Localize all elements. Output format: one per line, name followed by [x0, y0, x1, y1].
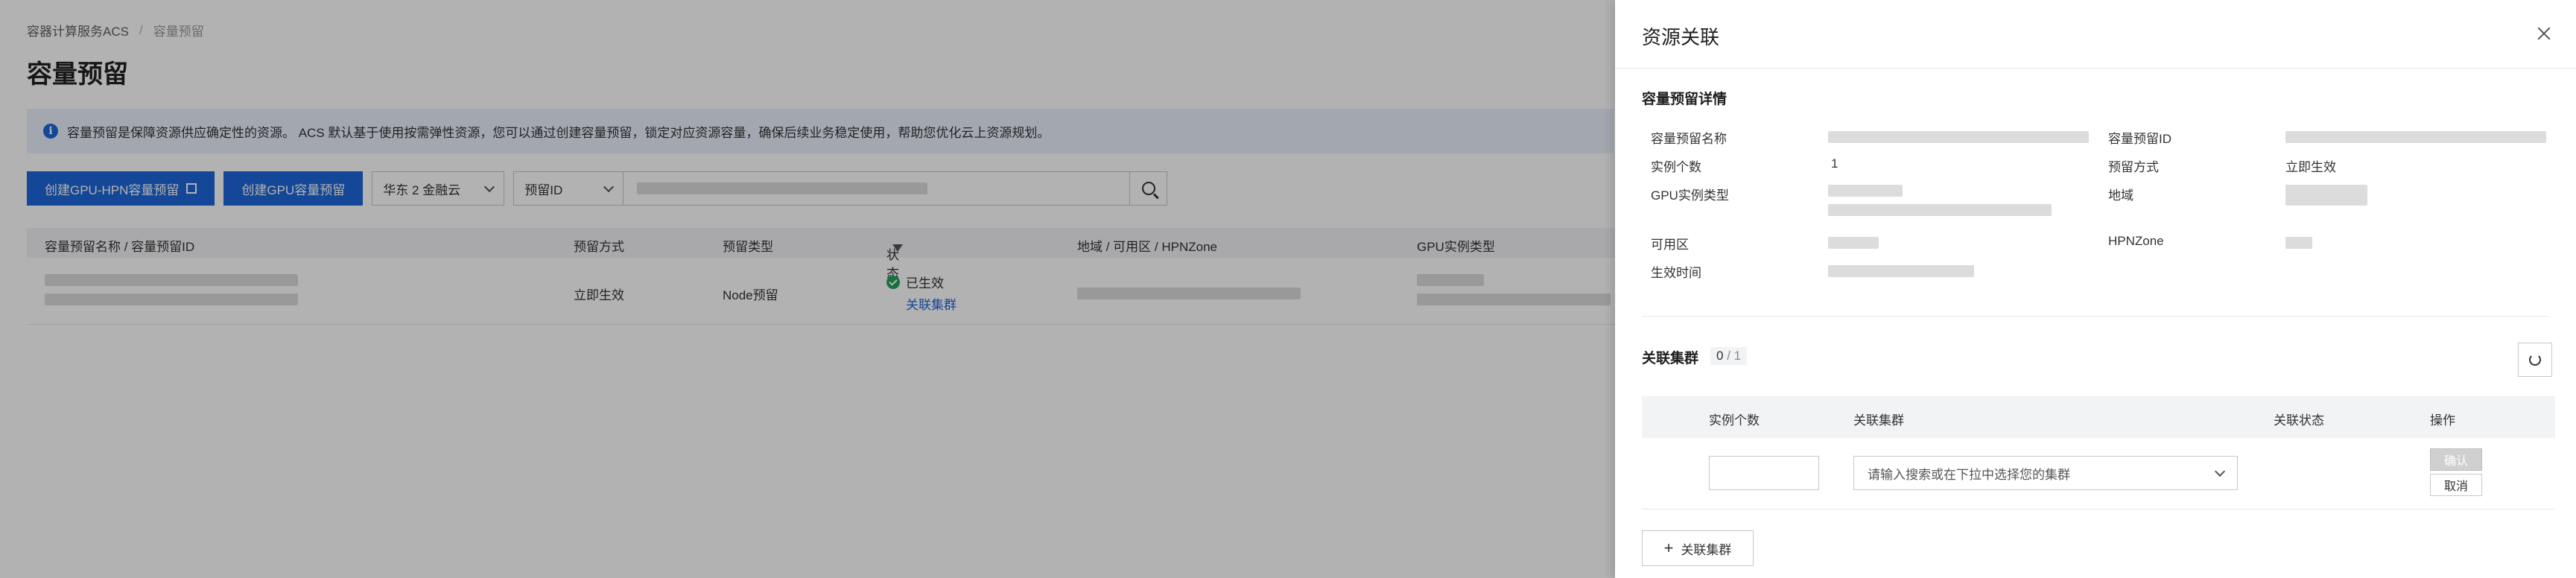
cluster-table-header: 实例个数 关联集群 关联状态 操作 [1642, 396, 2555, 438]
gpu-instance-type-label: GPU实例类型 [1651, 188, 1729, 203]
effective-time-label: 生效时间 [1651, 266, 1701, 280]
effective-time-value [1828, 265, 1974, 277]
resource-association-drawer: 资源关联 容量预留详情 容量预留名称 容量预留ID 实例个数 1 预留方式 立即… [1615, 0, 2576, 578]
close-icon[interactable] [2537, 27, 2551, 40]
zone-value [1828, 237, 1879, 249]
cancel-button[interactable]: 取消 [2430, 474, 2482, 496]
column-header-instance-count: 实例个数 [1709, 413, 1760, 428]
redacted-text [1828, 204, 2052, 216]
gpu-instance-type-value [1828, 185, 2052, 216]
cluster-count-total: 1 [1733, 349, 1742, 363]
reservation-mode-value: 立即生效 [2285, 160, 2336, 174]
column-header-actions: 操作 [2430, 413, 2455, 428]
add-cluster-label: 关联集群 [1681, 542, 1732, 557]
refresh-button[interactable] [2518, 343, 2552, 377]
hpnzone-label: HPNZone [2108, 234, 2164, 248]
instance-count-label: 实例个数 [1651, 160, 1701, 174]
cluster-count-current: 0 [1716, 349, 1724, 363]
chevron-down-icon [2214, 466, 2226, 477]
redacted-text [2285, 131, 2546, 143]
region-label: 地域 [2108, 188, 2134, 203]
region-value [2285, 185, 2367, 206]
instance-count-value: 1 [1831, 156, 1839, 171]
reservation-id-label: 容量预留ID [2108, 132, 2171, 146]
reservation-mode-label: 预留方式 [2108, 160, 2159, 174]
zone-label: 可用区 [1651, 238, 1689, 252]
reservation-name-value [1828, 131, 2089, 143]
column-header-association-status: 关联状态 [2274, 413, 2324, 428]
modal-overlay[interactable] [0, 0, 1615, 578]
drawer-header: 资源关联 [1615, 0, 2576, 69]
redacted-text [2285, 185, 2367, 206]
details-section-title: 容量预留详情 [1642, 92, 1728, 107]
reservation-name-label: 容量预留名称 [1651, 132, 1727, 146]
redacted-text [2285, 237, 2312, 249]
redacted-text [1828, 237, 1879, 249]
hpnzone-value [2285, 237, 2312, 249]
redacted-text [1828, 185, 1903, 197]
cluster-select[interactable]: 请输入搜索或在下拉中选择您的集群 [1853, 456, 2238, 490]
instance-count-input[interactable] [1709, 456, 1819, 490]
add-cluster-button[interactable]: + 关联集群 [1642, 530, 1754, 566]
cluster-section-title: 关联集群 [1642, 351, 1699, 366]
reservation-id-value [2285, 131, 2546, 143]
cluster-count-separator: / [1727, 349, 1730, 363]
drawer-title: 资源关联 [1642, 26, 1720, 48]
redacted-text [1828, 131, 2089, 143]
cluster-count-badge: 0 / 1 [1710, 347, 1748, 365]
section-divider [1642, 316, 2549, 317]
redacted-text [1828, 265, 1974, 277]
plus-icon: + [1663, 539, 1674, 557]
column-header-cluster: 关联集群 [1853, 413, 1904, 428]
cluster-table-row: 请输入搜索或在下拉中选择您的集群 确认 取消 [1642, 438, 2555, 509]
refresh-icon [2529, 354, 2541, 366]
cluster-select-placeholder: 请输入搜索或在下拉中选择您的集群 [1868, 467, 2070, 482]
confirm-button[interactable]: 确认 [2430, 448, 2482, 471]
